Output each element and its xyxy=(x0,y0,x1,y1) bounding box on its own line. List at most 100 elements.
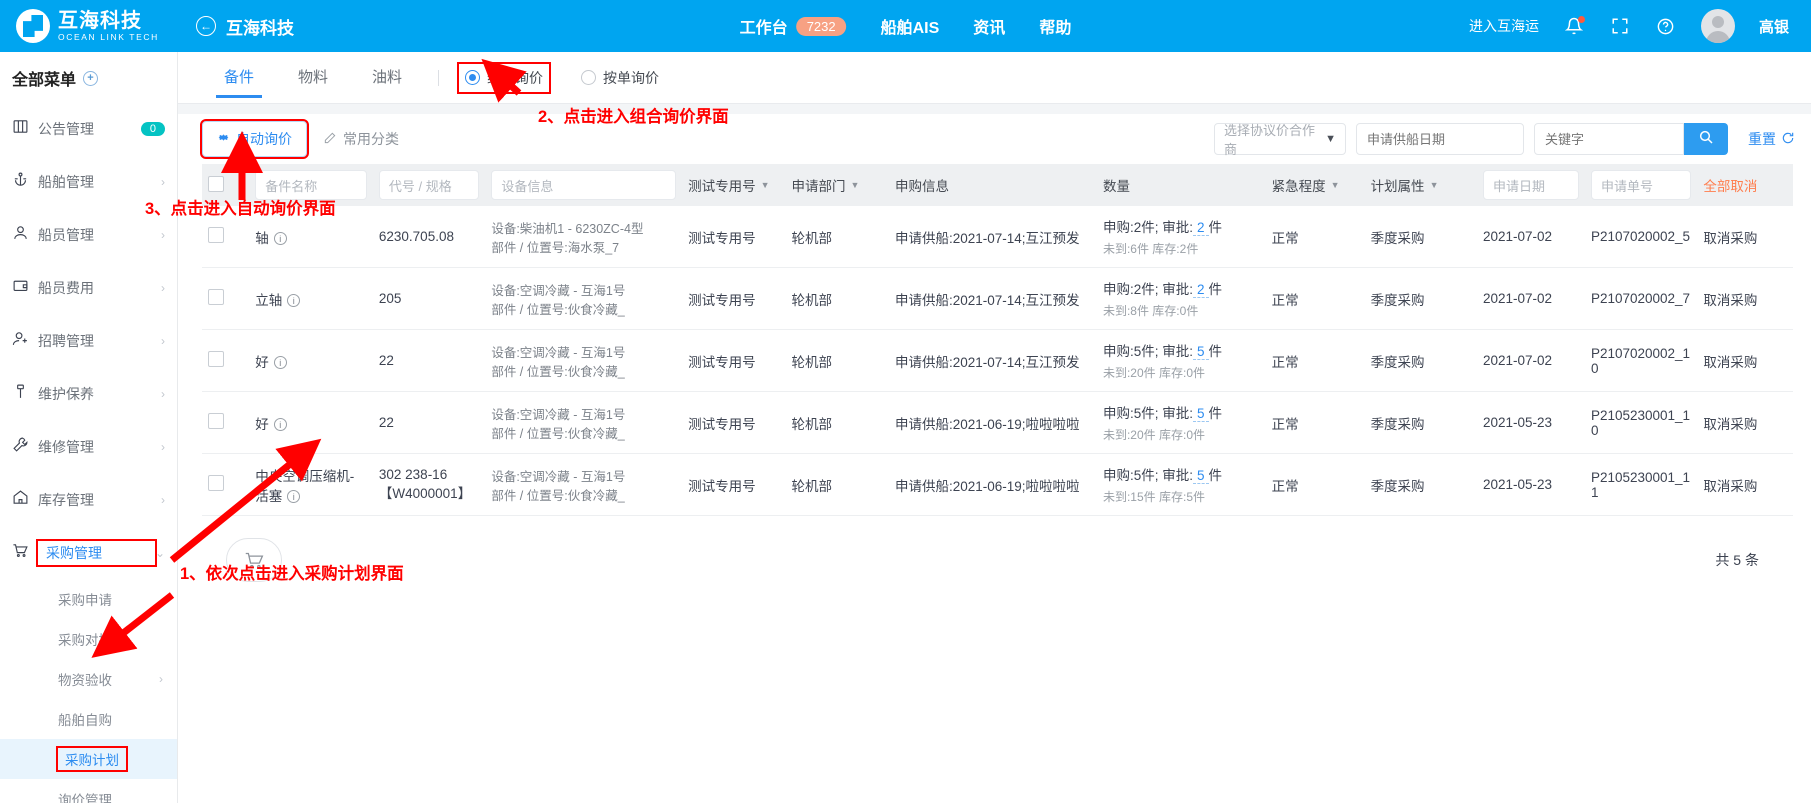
select-all-checkbox[interactable] xyxy=(208,175,224,192)
cell-cancel-action[interactable]: 取消采购 xyxy=(1697,329,1793,392)
info-icon[interactable]: i xyxy=(273,356,287,369)
row-checkbox-cell[interactable] xyxy=(202,453,250,516)
table-row[interactable]: 好i 22 设备:空调冷藏 - 互海1号 部件 / 位置号:伙食冷藏_ 测试专用号… xyxy=(202,391,1793,454)
cell-cancel-action[interactable]: 取消采购 xyxy=(1697,391,1793,454)
supplier-select[interactable]: 选择协议价合作商 ▼ xyxy=(1214,123,1346,157)
radio-per-order-inquiry[interactable]: 按单询价 xyxy=(575,64,665,92)
sidebar-item-procurement[interactable]: 采购管理 ⌄ xyxy=(0,526,177,579)
info-icon[interactable]: i xyxy=(273,418,287,431)
wrench-icon xyxy=(12,436,38,457)
th-code-spec[interactable]: 代号 / 规格 xyxy=(372,164,486,206)
qty-approved[interactable]: 5 xyxy=(1192,406,1209,422)
cell-order-no[interactable]: P2107020002_10 xyxy=(1584,329,1698,392)
brand-logo[interactable]: 互海科技 OCEAN LINK TECH xyxy=(0,0,178,52)
qty-approved[interactable]: 5 xyxy=(1192,344,1209,360)
th-urgency[interactable]: 紧急程度 ▼ xyxy=(1265,164,1365,206)
sidebar-sub-goods-acceptance[interactable]: 物资验收 › xyxy=(0,659,177,699)
table-body: 轴i 6230.705.08 设备:柴油机1 - 6230ZC-4型 部件 / 位… xyxy=(202,206,1793,516)
cell-cancel-action[interactable]: 取消采购 xyxy=(1697,206,1793,268)
th-order-no[interactable]: 申请单号 xyxy=(1584,164,1698,206)
user-name[interactable]: 高银 xyxy=(1759,16,1789,37)
sidebar-item-announcement[interactable]: 公告管理 0 xyxy=(0,102,177,155)
part-name: 好 xyxy=(255,354,269,370)
cell-equipment-info: 设备:空调冷藏 - 互海1号 部件 / 位置号:伙食冷藏_ xyxy=(485,267,683,330)
cell-cancel-action[interactable]: 取消采购 xyxy=(1697,267,1793,330)
chevron-down-icon: ⌄ xyxy=(154,545,165,560)
cell-order-no[interactable]: P2105230001_10 xyxy=(1584,391,1698,454)
enter-oceanlink-link[interactable]: 进入互海运 xyxy=(1469,16,1539,36)
supply-date-input[interactable] xyxy=(1356,123,1524,155)
cancel-all-link[interactable]: 全部取消 xyxy=(1703,179,1757,194)
sidebar-title-label: 全部菜单 xyxy=(12,72,77,89)
info-icon[interactable]: i xyxy=(287,490,301,503)
filter-apply-date[interactable]: 申请日期 xyxy=(1483,170,1579,200)
cell-test-no: 测试专用号 xyxy=(682,453,786,516)
row-checkbox[interactable] xyxy=(208,289,224,305)
info-icon[interactable]: i xyxy=(273,232,287,245)
bell-icon[interactable] xyxy=(1563,15,1585,37)
sidebar-item-recruitment[interactable]: 招聘管理 › xyxy=(0,314,177,367)
sidebar-item-maintenance[interactable]: 维护保养 › xyxy=(0,367,177,420)
cell-order-no[interactable]: P2105230001_11 xyxy=(1584,453,1698,516)
cell-order-no[interactable]: P2107020002_7 xyxy=(1584,267,1698,330)
qty-approved[interactable]: 5 xyxy=(1192,468,1209,484)
tab-materials[interactable]: 物料 xyxy=(276,52,350,104)
row-checkbox-cell[interactable] xyxy=(202,391,250,454)
table-row[interactable]: 好i 22 设备:空调冷藏 - 互海1号 部件 / 位置号:伙食冷藏_ 测试专用号… xyxy=(202,329,1793,392)
arrow-left-icon[interactable]: ← xyxy=(196,16,216,36)
row-checkbox-cell[interactable] xyxy=(202,329,250,392)
chevron-right-icon: › xyxy=(161,227,165,242)
radio-combined-inquiry[interactable]: 组合询价 xyxy=(457,61,552,94)
row-checkbox-cell[interactable] xyxy=(202,267,250,330)
filter-code-spec[interactable]: 代号 / 规格 xyxy=(378,170,480,200)
nav-label-ais: 船舶AIS xyxy=(880,20,940,37)
table-row[interactable]: 轴i 6230.705.08 设备:柴油机1 - 6230ZC-4型 部件 / 位… xyxy=(202,206,1793,268)
qty-approved[interactable]: 2 xyxy=(1192,220,1209,236)
back-nav[interactable]: ← 互海科技 xyxy=(196,14,294,39)
nav-item-news[interactable]: 资讯 xyxy=(973,14,1005,38)
qty-approved[interactable]: 2 xyxy=(1192,282,1209,298)
row-checkbox[interactable] xyxy=(208,227,224,243)
search-button[interactable] xyxy=(1684,123,1728,155)
add-menu-icon[interactable]: + xyxy=(83,70,99,86)
keyword-input[interactable] xyxy=(1534,123,1684,155)
nav-item-help[interactable]: 帮助 xyxy=(1039,14,1071,38)
row-checkbox[interactable] xyxy=(208,351,224,367)
cell-order-no[interactable]: P2107020002_5 xyxy=(1584,206,1698,268)
th-equipment-info[interactable]: 设备信息 xyxy=(485,164,683,206)
info-icon[interactable]: i xyxy=(287,294,301,307)
th-apply-date[interactable]: 申请日期 xyxy=(1477,164,1585,206)
row-checkbox[interactable] xyxy=(208,413,224,429)
nav-item-ais[interactable]: 船舶AIS xyxy=(881,14,940,38)
table-row[interactable]: 立轴 i 205 设备:空调冷藏 - 互海1号 部件 / 位置号:伙食冷藏_ 测试专… xyxy=(202,267,1793,330)
row-checkbox[interactable] xyxy=(208,475,224,491)
tab-spare-parts[interactable]: 备件 xyxy=(202,52,276,104)
filter-equipment-info[interactable]: 设备信息 xyxy=(491,170,677,200)
cell-test-no: 测试专用号 xyxy=(682,267,786,330)
help-circle-icon[interactable] xyxy=(1655,15,1677,37)
th-department[interactable]: 申请部门 ▼ xyxy=(785,164,889,206)
sidebar-sub-inquiry-management[interactable]: 询价管理 xyxy=(0,779,177,803)
cell-purchase-info: 申请供船:2021-06-19;啦啦啦啦 xyxy=(888,391,1097,454)
th-test-no[interactable]: 测试专用号 ▼ xyxy=(682,164,786,206)
cell-cancel-action[interactable]: 取消采购 xyxy=(1697,453,1793,516)
sidebar-item-repair[interactable]: 维修管理 › xyxy=(0,420,177,473)
cell-test-no: 测试专用号 xyxy=(682,391,786,454)
sidebar-item-inventory[interactable]: 库存管理 › xyxy=(0,473,177,526)
sidebar-sub-purchase-request[interactable]: 采购申请 xyxy=(0,579,177,619)
table-row[interactable]: 中央空调压缩机-活塞 i 302 238-16 【W4000001】 设备:空调冷… xyxy=(202,453,1793,516)
tab-oil[interactable]: 油料 xyxy=(350,52,424,104)
filter-order-no[interactable]: 申请单号 xyxy=(1590,170,1692,200)
common-category-button[interactable]: 常用分类 xyxy=(323,129,399,149)
reset-button[interactable]: 重置 xyxy=(1748,129,1795,149)
th-cancel-all[interactable]: 全部取消 xyxy=(1697,164,1793,206)
sidebar-sub-purchase-plan[interactable]: 采购计划 xyxy=(0,739,177,779)
fullscreen-icon[interactable] xyxy=(1609,15,1631,37)
sidebar-item-crew-expense[interactable]: 船员费用 › xyxy=(0,261,177,314)
sidebar-sub-purchase-docking[interactable]: 采购对接 xyxy=(0,619,177,659)
th-plan-attribute[interactable]: 计划属性 ▼ xyxy=(1364,164,1477,206)
auto-quote-button[interactable]: 自动询价 xyxy=(200,119,309,159)
sidebar-sub-vessel-self-purchase[interactable]: 船舶自购 xyxy=(0,699,177,739)
avatar[interactable] xyxy=(1700,9,1735,43)
nav-item-workbench[interactable]: 工作台 7232 xyxy=(740,14,847,38)
